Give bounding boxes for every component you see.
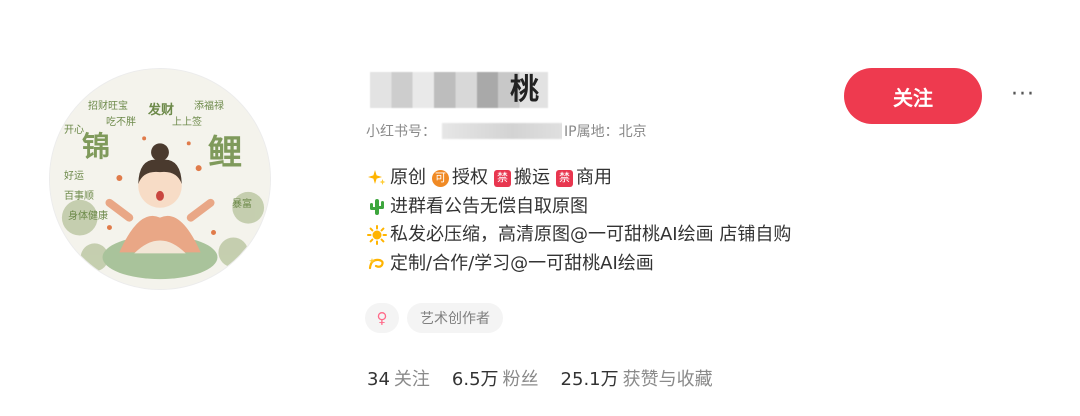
avatar[interactable]: 锦 鲤 招财旺宝 发财 添福禄 开心 吃不胖 上上签 好运 暴富 百事顺 身体健… (49, 68, 271, 290)
stat-value: 25.1万 (560, 369, 619, 390)
profile-meta: 小红书号： IP属地：北京 (366, 121, 686, 141)
stat-label: 粉丝 (502, 369, 539, 390)
bio-line-2: 进群看公告无偿自取原图 (367, 193, 791, 222)
avatar-text-5: 吃不胖 (106, 117, 136, 128)
bio: 原创 可 授权 禁 搬运 禁 商用 进群看公告无偿自取原图 私发必压缩，高清原图… (367, 164, 791, 278)
prohibited-chip: 禁 (556, 169, 573, 187)
prohibited-chip: 禁 (494, 169, 511, 187)
occupation-tag: 艺术创作者 (407, 303, 503, 333)
stat-following[interactable]: 34 关注 (367, 365, 430, 391)
bio-line-1: 原创 可 授权 禁 搬运 禁 商用 (367, 164, 791, 193)
avatar-text-4: 开心 (64, 125, 84, 136)
more-options-icon[interactable]: ··· (1005, 78, 1041, 110)
avatar-char-right: 鲤 (208, 133, 242, 173)
stat-followers[interactable]: 6.5万 粉丝 (452, 365, 539, 391)
bio-text-commercial: 商用 (576, 167, 612, 188)
profile-stats: 34 关注 6.5万 粉丝 25.1万 获赞与收藏 (367, 365, 713, 391)
dizzy-icon (367, 254, 387, 274)
bio-text-group: 进群看公告无偿自取原图 (390, 195, 588, 217)
sun-icon (367, 225, 387, 246)
redbook-id-label: 小红书号： (366, 124, 436, 140)
stat-value: 34 (367, 369, 390, 390)
avatar-char-left: 锦 (82, 130, 111, 163)
avatar-text-1: 招财旺宝 (88, 101, 128, 112)
avatar-text-9: 百事顺 (64, 191, 94, 202)
avatar-text-3: 添福禄 (194, 101, 224, 112)
stat-label: 关注 (393, 369, 430, 390)
follow-button[interactable]: 关注 (844, 68, 982, 124)
ip-location: IP属地：北京 (562, 121, 647, 141)
avatar-text-8: 暴富 (232, 199, 252, 210)
allowed-chip: 可 (432, 169, 449, 187)
avatar-text-2: 发财 (148, 103, 175, 118)
avatar-text-7: 好运 (64, 171, 84, 182)
stat-value: 6.5万 (451, 369, 499, 390)
bio-text-license: 授权 (452, 167, 488, 188)
female-icon: ♀ (376, 309, 388, 327)
sparkles-icon (367, 168, 387, 188)
stat-label: 获赞与收藏 (622, 369, 713, 390)
avatar-text-6: 上上签 (172, 117, 202, 128)
bio-text-original: 原创 (390, 167, 426, 188)
cactus-icon (367, 197, 387, 217)
gender-tag: ♀ (365, 303, 399, 333)
bio-line-3: 私发必压缩，高清原图@一可甜桃AI绘画 店铺自购 (367, 221, 791, 250)
profile-tags: ♀ 艺术创作者 (365, 303, 503, 333)
bio-line-4: 定制/合作/学习@一可甜桃AI绘画 (367, 250, 791, 279)
bio-text-custom: 定制/合作/学习@一可甜桃AI绘画 (390, 252, 654, 274)
username-visible-text: 桃 (510, 72, 541, 106)
avatar-text-10: 身体健康 (68, 211, 108, 222)
bio-text-repost: 搬运 (514, 167, 550, 188)
bio-text-hd: 私发必压缩，高清原图@一可甜桃AI绘画 店铺自购 (390, 224, 792, 245)
stat-likes-collects[interactable]: 25.1万 获赞与收藏 (561, 365, 713, 391)
